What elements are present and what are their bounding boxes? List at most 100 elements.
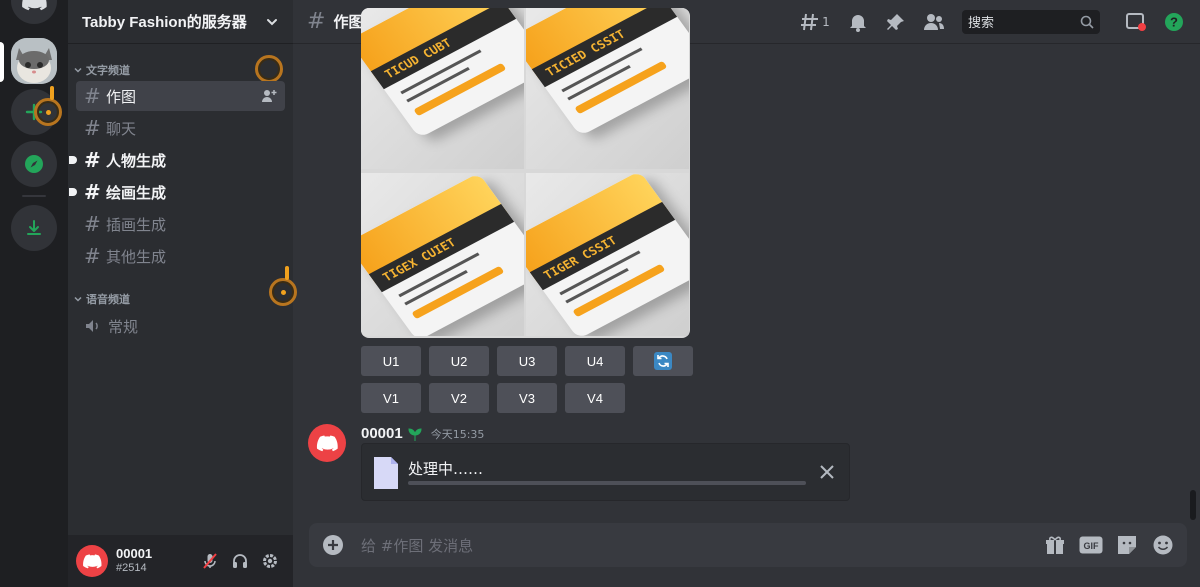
speaker-icon <box>86 320 98 332</box>
threads-button[interactable]: 1 <box>798 10 832 34</box>
ticket-image: TIGEX CUIET <box>361 173 524 336</box>
category-voice-channels[interactable]: 语音频道 <box>72 291 130 307</box>
svg-text:GIF: GIF <box>1084 541 1100 551</box>
variation-button-row: V1 V2 V3 V4 <box>361 383 625 413</box>
message-input[interactable]: 给 #作图 发消息 <box>361 535 1031 556</box>
discord-logo-icon <box>316 434 338 451</box>
server-header[interactable]: Tabby Fashion的服务器 <box>68 0 293 44</box>
download-icon <box>27 220 41 235</box>
inbox-button[interactable] <box>1124 10 1148 34</box>
ticket-image: TICIED CSSIT <box>526 8 689 137</box>
message-avatar[interactable] <box>308 424 346 462</box>
svg-text:?: ? <box>1170 14 1178 29</box>
channel-item-painting-gen[interactable]: # 绘画生成 <box>69 177 285 207</box>
click-ripple-marker <box>34 98 62 126</box>
chevron-down-icon <box>74 67 82 73</box>
message-header: 00001 今天15:35 <box>361 425 484 442</box>
server-rail <box>0 0 68 587</box>
discord-app: Tabby Fashion的服务器 文字频道 # 作图 # 聊天 # 人物生成 … <box>0 0 1200 587</box>
channel-item-other-gen[interactable]: # 其他生成 <box>76 241 285 271</box>
channel-label: 插画生成 <box>106 215 167 234</box>
home-button[interactable] <box>11 0 57 24</box>
variation-3-button[interactable]: V3 <box>497 383 557 413</box>
reroll-button[interactable] <box>633 346 693 376</box>
gear-icon <box>263 554 277 568</box>
hash-icon: # <box>84 180 101 204</box>
upscale-button-row: U1 U2 U3 U4 <box>361 346 693 376</box>
channel-sidebar: Tabby Fashion的服务器 文字频道 # 作图 # 聊天 # 人物生成 … <box>68 0 297 587</box>
image-cell[interactable]: TIGER CSSIT <box>526 173 689 336</box>
ticket-image: TICUD CUBT <box>361 8 524 139</box>
upscale-2-button[interactable]: U2 <box>429 346 489 376</box>
scrollbar-thumb[interactable] <box>1190 490 1196 520</box>
unread-indicator <box>69 156 77 164</box>
variation-2-button[interactable]: V2 <box>429 383 489 413</box>
help-button[interactable]: ? <box>1162 10 1186 34</box>
channel-item-chat[interactable]: # 聊天 <box>76 113 285 143</box>
mute-button[interactable] <box>195 546 225 576</box>
chevron-down-icon <box>267 18 277 25</box>
threads-count: 1 <box>822 14 830 29</box>
channel-label: 聊天 <box>106 119 137 138</box>
category-label: 文字频道 <box>86 64 130 77</box>
image-cell[interactable]: TIGEX CUIET <box>361 173 524 336</box>
upscale-1-button[interactable]: U1 <box>361 346 421 376</box>
sticker-button[interactable] <box>1115 533 1139 557</box>
generated-image-grid[interactable]: TICUD CUBT TICIED CSSIT TIGEX CUIET TIGE… <box>361 8 690 338</box>
voice-channel-general[interactable]: 常规 <box>76 311 285 341</box>
emoji-button[interactable] <box>1151 533 1175 557</box>
message-composer: 给 #作图 发消息 GIF <box>309 523 1187 567</box>
gif-button[interactable]: GIF <box>1079 533 1103 557</box>
variation-1-button[interactable]: V1 <box>361 383 421 413</box>
selected-server-indicator <box>0 42 4 82</box>
inbox-icon <box>1126 12 1146 31</box>
channel-label: 人物生成 <box>106 151 167 170</box>
emoji-icon <box>1153 535 1173 555</box>
category-text-channels[interactable]: 文字频道 <box>72 62 130 78</box>
search-input[interactable]: 搜索 <box>962 9 1100 34</box>
notification-settings-button[interactable] <box>846 10 870 34</box>
add-attachment-icon[interactable] <box>321 533 345 557</box>
image-cell[interactable]: TICIED CSSIT <box>526 8 689 169</box>
variation-4-button[interactable]: V4 <box>565 383 625 413</box>
channel-item-character-gen[interactable]: # 人物生成 <box>69 145 285 175</box>
member-list-button[interactable] <box>922 10 946 34</box>
avatar[interactable] <box>76 545 108 577</box>
hash-icon: # <box>84 84 101 108</box>
upload-progress-bar <box>408 481 806 485</box>
gift-button[interactable] <box>1043 533 1067 557</box>
discord-logo-icon <box>22 0 47 11</box>
cancel-upload-button[interactable] <box>815 460 839 484</box>
server-tabby-fashion[interactable] <box>11 38 57 84</box>
hash-icon: # <box>84 148 101 172</box>
search-icon <box>1080 15 1094 29</box>
add-member-icon[interactable] <box>261 88 277 104</box>
help-icon: ? <box>1165 12 1183 31</box>
deafen-button[interactable] <box>225 546 255 576</box>
user-info[interactable]: 00001 #2514 <box>116 547 195 575</box>
file-icon <box>374 457 398 489</box>
attachment-status: 处理中…… <box>408 460 484 478</box>
image-cell[interactable]: TICUD CUBT <box>361 8 524 169</box>
upscale-3-button[interactable]: U3 <box>497 346 557 376</box>
channel-item-illustration-gen[interactable]: # 插画生成 <box>76 209 285 239</box>
user-tag: #2514 <box>116 562 147 574</box>
warning-mark <box>50 86 54 100</box>
download-apps-button[interactable] <box>11 205 57 251</box>
channel-label: 绘画生成 <box>106 183 167 202</box>
unread-indicator <box>69 188 77 196</box>
click-ripple-marker <box>269 278 297 306</box>
upscale-4-button[interactable]: U4 <box>565 346 625 376</box>
search-placeholder: 搜索 <box>968 16 995 31</box>
message-author[interactable]: 00001 <box>361 425 403 442</box>
channel-item-drawing[interactable]: # 作图 <box>76 81 285 111</box>
hash-icon: # <box>84 116 101 140</box>
hash-icon: # <box>84 244 101 268</box>
explore-servers-button[interactable] <box>11 141 57 187</box>
compass-icon <box>25 155 43 173</box>
gift-icon <box>1046 536 1064 554</box>
user-settings-button[interactable] <box>255 546 285 576</box>
sprout-badge-icon <box>408 427 422 441</box>
upload-attachment: 处理中…… <box>361 443 850 501</box>
pinned-messages-button[interactable] <box>884 10 908 34</box>
